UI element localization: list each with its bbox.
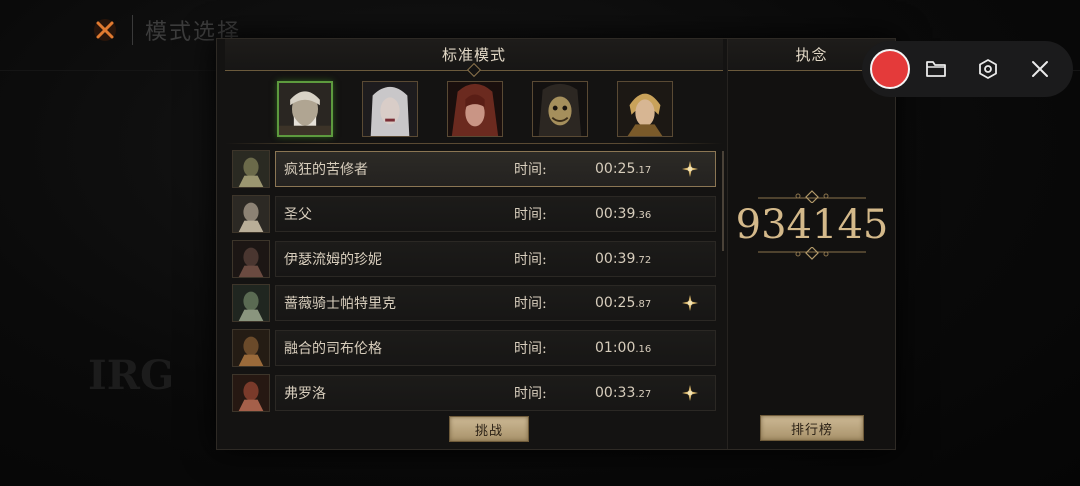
boss-name: 伊瑟流姆的珍妮 <box>284 251 382 268</box>
list-scrollbar[interactable] <box>722 151 724 251</box>
boss-row-bar[interactable]: 蔷薇骑士帕特里克 时间: 00:25.87 <box>275 285 716 322</box>
time-main: 00:33 <box>595 384 636 401</box>
boss-name: 弗罗洛 <box>284 385 326 402</box>
challenge-button[interactable]: 挑战 <box>449 416 529 442</box>
boss-thumbnail <box>232 373 270 412</box>
time-value: 00:39.72 <box>595 251 680 267</box>
score-value: 934145 <box>735 202 889 248</box>
time-value: 00:39.36 <box>595 206 680 222</box>
portrait-masked-figure[interactable] <box>532 81 588 137</box>
boss-row-bar[interactable]: 圣父 时间: 00:39.36 <box>275 195 716 232</box>
obsession-title: 执念 <box>795 46 828 64</box>
time-ms: .87 <box>635 299 652 311</box>
leaderboard-button[interactable]: 排行榜 <box>760 415 864 441</box>
portrait-hooded-woman[interactable] <box>447 81 503 137</box>
portrait-divider <box>225 143 723 144</box>
record-button[interactable] <box>870 49 910 89</box>
time-main: 00:39 <box>595 250 636 267</box>
standard-mode-column: 标准模式 疯狂的苦修者 时间: 00:25.17 圣父 时间: 00:39.36 伊瑟流姆 <box>225 39 724 449</box>
time-label: 时间: <box>514 206 547 223</box>
score-block: 934145 <box>728 189 896 261</box>
time-main: 00:25 <box>595 295 636 312</box>
time-ms: .72 <box>635 254 652 266</box>
header-separator <box>132 15 133 45</box>
achievement-star-icon <box>680 161 700 177</box>
boss-row-bar[interactable]: 伊瑟流姆的珍妮 时间: 00:39.72 <box>275 240 716 277</box>
boss-row-bar[interactable]: 融合的司布伦格 时间: 01:00.16 <box>275 330 716 367</box>
time-ms: .36 <box>635 209 652 221</box>
time-label: 时间: <box>514 385 547 402</box>
boss-thumbnail <box>232 284 270 323</box>
time-label: 时间: <box>514 251 547 268</box>
boss-row[interactable]: 蔷薇骑士帕特里克 时间: 00:25.87 <box>232 283 716 323</box>
time-label: 时间: <box>514 296 547 313</box>
time-value: 00:25.17 <box>595 161 680 177</box>
boss-thumbnail <box>232 239 270 278</box>
boss-name: 疯狂的苦修者 <box>284 162 368 178</box>
time-label: 时间: <box>514 162 547 178</box>
boss-name: 蔷薇骑士帕特里克 <box>284 296 396 313</box>
time-main: 00:39 <box>595 205 636 222</box>
standard-mode-title: 标准模式 <box>441 46 506 64</box>
boss-list: 疯狂的苦修者 时间: 00:25.17 圣父 时间: 00:39.36 伊瑟流姆的珍妮 时间:… <box>232 149 716 418</box>
mode-panel: 标准模式 疯狂的苦修者 时间: 00:25.17 圣父 时间: 00:39.36 伊瑟流姆 <box>216 38 896 450</box>
boss-row[interactable]: 弗罗洛 时间: 00:33.27 <box>232 373 716 413</box>
score-top-ornament <box>758 190 866 203</box>
time-value: 00:25.87 <box>595 295 680 311</box>
boss-thumbnail <box>232 329 270 368</box>
boss-row[interactable]: 融合的司布伦格 时间: 01:00.16 <box>232 328 716 368</box>
crossed-swords-icon[interactable] <box>90 15 120 45</box>
background-mode-name: IRG <box>88 352 175 399</box>
achievement-star-icon <box>680 384 700 401</box>
boss-name: 圣父 <box>284 206 312 223</box>
time-value: 01:00.16 <box>595 340 680 356</box>
standard-mode-header: 标准模式 <box>225 39 723 78</box>
achievement-star-icon <box>680 295 700 312</box>
boss-thumbnail <box>232 150 270 188</box>
settings-icon[interactable] <box>962 49 1014 89</box>
score-bottom-ornament <box>758 247 866 260</box>
portrait-old-man[interactable] <box>277 81 333 137</box>
screen-recorder-toolbar <box>862 41 1073 97</box>
boss-row[interactable]: 圣父 时间: 00:39.36 <box>232 194 716 234</box>
boss-name: 融合的司布伦格 <box>284 341 382 358</box>
boss-thumbnail <box>232 194 270 233</box>
time-main: 01:00 <box>595 340 636 357</box>
time-ms: .27 <box>635 388 652 400</box>
portrait-white-hair-woman[interactable] <box>362 81 418 137</box>
time-label: 时间: <box>514 341 547 358</box>
time-ms: .16 <box>635 344 652 356</box>
time-main: 00:25 <box>595 161 636 177</box>
obsession-column: 执念 934145 排行榜 <box>727 39 895 449</box>
folder-icon[interactable] <box>910 49 962 89</box>
portrait-blonde-man[interactable] <box>617 81 673 137</box>
time-value: 00:33.27 <box>595 385 680 401</box>
time-ms: .17 <box>635 165 652 176</box>
boss-row[interactable]: 疯狂的苦修者 时间: 00:25.17 <box>232 149 716 189</box>
close-icon[interactable] <box>1014 49 1066 89</box>
boss-row[interactable]: 伊瑟流姆的珍妮 时间: 00:39.72 <box>232 239 716 279</box>
boss-row-bar[interactable]: 疯狂的苦修者 时间: 00:25.17 <box>275 151 716 187</box>
boss-row-bar[interactable]: 弗罗洛 时间: 00:33.27 <box>275 374 716 411</box>
